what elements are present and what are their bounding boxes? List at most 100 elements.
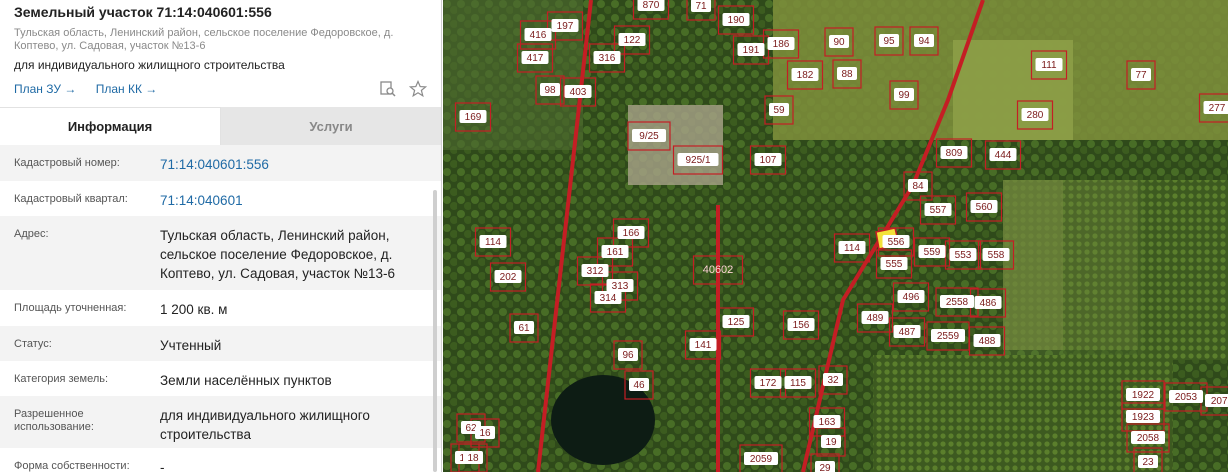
parcel-label: 280 <box>1027 110 1044 121</box>
parcel-label: 559 <box>924 247 941 258</box>
parcel-label: 40602 <box>703 264 734 276</box>
parcel-label: 59 <box>773 105 785 116</box>
row-land-category: Категория земель: Земли населённых пункт… <box>0 361 441 396</box>
tab-services[interactable]: Услуги <box>221 107 441 145</box>
parcel-label: 186 <box>773 39 790 50</box>
parcel-label: 197 <box>557 21 574 32</box>
parcel-label: 190 <box>728 15 745 26</box>
parcel-label: 141 <box>695 340 712 351</box>
parcel-label: 16 <box>479 428 491 439</box>
map-view[interactable]: 870 71 190 191 186 122 416 197 417 316 90 95 94 88 182… <box>443 0 1228 472</box>
parcel-label: 313 <box>612 281 629 292</box>
parcel-label: 489 <box>867 313 884 324</box>
parcel-label: 161 <box>607 247 624 258</box>
parcel-label: 18 <box>467 453 479 464</box>
cadastral-number-link[interactable]: 71:14:040601:556 <box>160 145 427 181</box>
info-panel: Земельный участок 71:14:040601:556 Тульс… <box>0 0 442 472</box>
label-line: Разрешенное <box>14 408 84 420</box>
parcel-label: 487 <box>899 327 916 338</box>
row-label: Площадь уточненная: <box>14 302 127 314</box>
parcel-label: 403 <box>570 87 587 98</box>
parcel-purpose: для индивидуального жилищного строительс… <box>14 58 285 72</box>
row-label: Кадастровый номер: <box>14 157 120 169</box>
parcel-label: 2558 <box>946 297 969 308</box>
parcel-label: 95 <box>883 36 895 47</box>
parcel-label: 115 <box>790 378 806 389</box>
row-label: Кадастровый квартал: <box>14 193 128 205</box>
parcel-label: 488 <box>979 336 996 347</box>
parcel-label: 809 <box>946 148 963 159</box>
parcel-label: 107 <box>760 155 777 166</box>
permitted-use-value: для индивидуального жилищного строительс… <box>160 396 427 448</box>
parcel-label: 169 <box>465 112 482 123</box>
panel-tools <box>379 79 428 98</box>
search-doc-icon[interactable] <box>379 80 397 98</box>
parcel-label: 312 <box>587 266 604 277</box>
parcel-label: 444 <box>995 150 1012 161</box>
parcel-label: 316 <box>599 53 616 64</box>
parcel-label: 2053 <box>1175 392 1198 403</box>
parcel-label: 925/1 <box>685 155 710 166</box>
star-icon[interactable] <box>408 79 428 98</box>
row-status: Статус: Учтенный <box>0 326 441 361</box>
address-line: Коптево, ул. Садовая, участок №13-6 <box>160 266 395 281</box>
info-table: Кадастровый номер: 71:14:040601:556 Када… <box>0 145 441 472</box>
parcel-label: 486 <box>980 298 997 309</box>
land-category-value: Земли населённых пунктов <box>160 373 332 388</box>
parcel-label: 417 <box>527 53 544 64</box>
parcel-label: 2059 <box>750 454 773 465</box>
panel-header: Земельный участок 71:14:040601:556 Тульс… <box>0 0 441 107</box>
parcel-label: 557 <box>930 205 947 216</box>
tab-info[interactable]: Информация <box>0 107 221 145</box>
parcel-label: 2559 <box>937 331 960 342</box>
parcel-label: 61 <box>518 323 530 334</box>
row-address: Адрес: Тульская область, Ленинский район… <box>0 216 441 290</box>
parcel-label: 166 <box>623 228 640 239</box>
parcel-label: 163 <box>819 417 836 428</box>
parcel-label: 114 <box>485 237 501 248</box>
area-value: 1 200 кв. м <box>160 302 228 317</box>
parcel-label: 88 <box>841 69 853 80</box>
value-line: для индивидуального жилищного <box>160 408 370 423</box>
parcel-label: 202 <box>500 272 517 283</box>
plan-zu-link[interactable]: План ЗУ → <box>14 82 76 96</box>
address-line: сельское поселение Федоровское, д. <box>160 247 393 262</box>
row-label: Категория земель: <box>14 373 109 385</box>
parcel-label: 560 <box>976 202 993 213</box>
row-cadastral-quarter: Кадастровый квартал: 71:14:040601 <box>0 181 441 216</box>
parcel-label: 90 <box>833 37 845 48</box>
address-value: Тульская область, Ленинский район, сельс… <box>160 216 427 290</box>
parcel-label: 122 <box>624 35 641 46</box>
parcel-title: Земельный участок 71:14:040601:556 <box>14 4 272 20</box>
plan-links: План ЗУ → План КК → <box>14 82 427 96</box>
panel-scrollbar[interactable] <box>433 190 437 472</box>
parcel-label: 416 <box>530 30 547 41</box>
parcel-label: 2058 <box>1137 433 1160 444</box>
cadastral-quarter-link[interactable]: 71:14:040601 <box>160 181 427 216</box>
row-label: Статус: <box>14 338 52 350</box>
tab-bar: Информация Услуги <box>0 107 441 145</box>
parcel-label: 553 <box>955 250 972 261</box>
parcel-label: 111 <box>1041 60 1057 71</box>
parcel-label: 555 <box>886 259 903 270</box>
parcel-label: 172 <box>760 378 777 389</box>
satellite-map[interactable]: 870 71190191186122416197417 31690 95 9488182… <box>443 0 1228 472</box>
parcel-label: 32 <box>827 375 839 386</box>
plan-kk-link[interactable]: План КК → <box>96 82 158 96</box>
parcel-label: 99 <box>898 90 910 101</box>
parcel-label: 23 <box>1142 457 1154 468</box>
value-line: строительства <box>160 427 251 442</box>
parcel-label: 19 <box>825 437 837 448</box>
parcel-label: 1922 <box>1132 390 1155 401</box>
parcel-label: 84 <box>912 181 924 192</box>
row-cadastral-number: Кадастровый номер: 71:14:040601:556 <box>0 145 441 181</box>
parcel-label: 182 <box>797 70 814 81</box>
parcel-label: 2073 <box>1211 396 1228 407</box>
status-value: Учтенный <box>160 338 222 353</box>
parcel-label: 125 <box>728 317 745 328</box>
row-area: Площадь уточненная: 1 200 кв. м <box>0 290 441 326</box>
parcel-label: 191 <box>743 45 760 56</box>
parcel-label: 558 <box>988 250 1005 261</box>
address-line: Тульская область, Ленинский район, <box>160 228 390 243</box>
parcel-label: 556 <box>888 237 905 248</box>
